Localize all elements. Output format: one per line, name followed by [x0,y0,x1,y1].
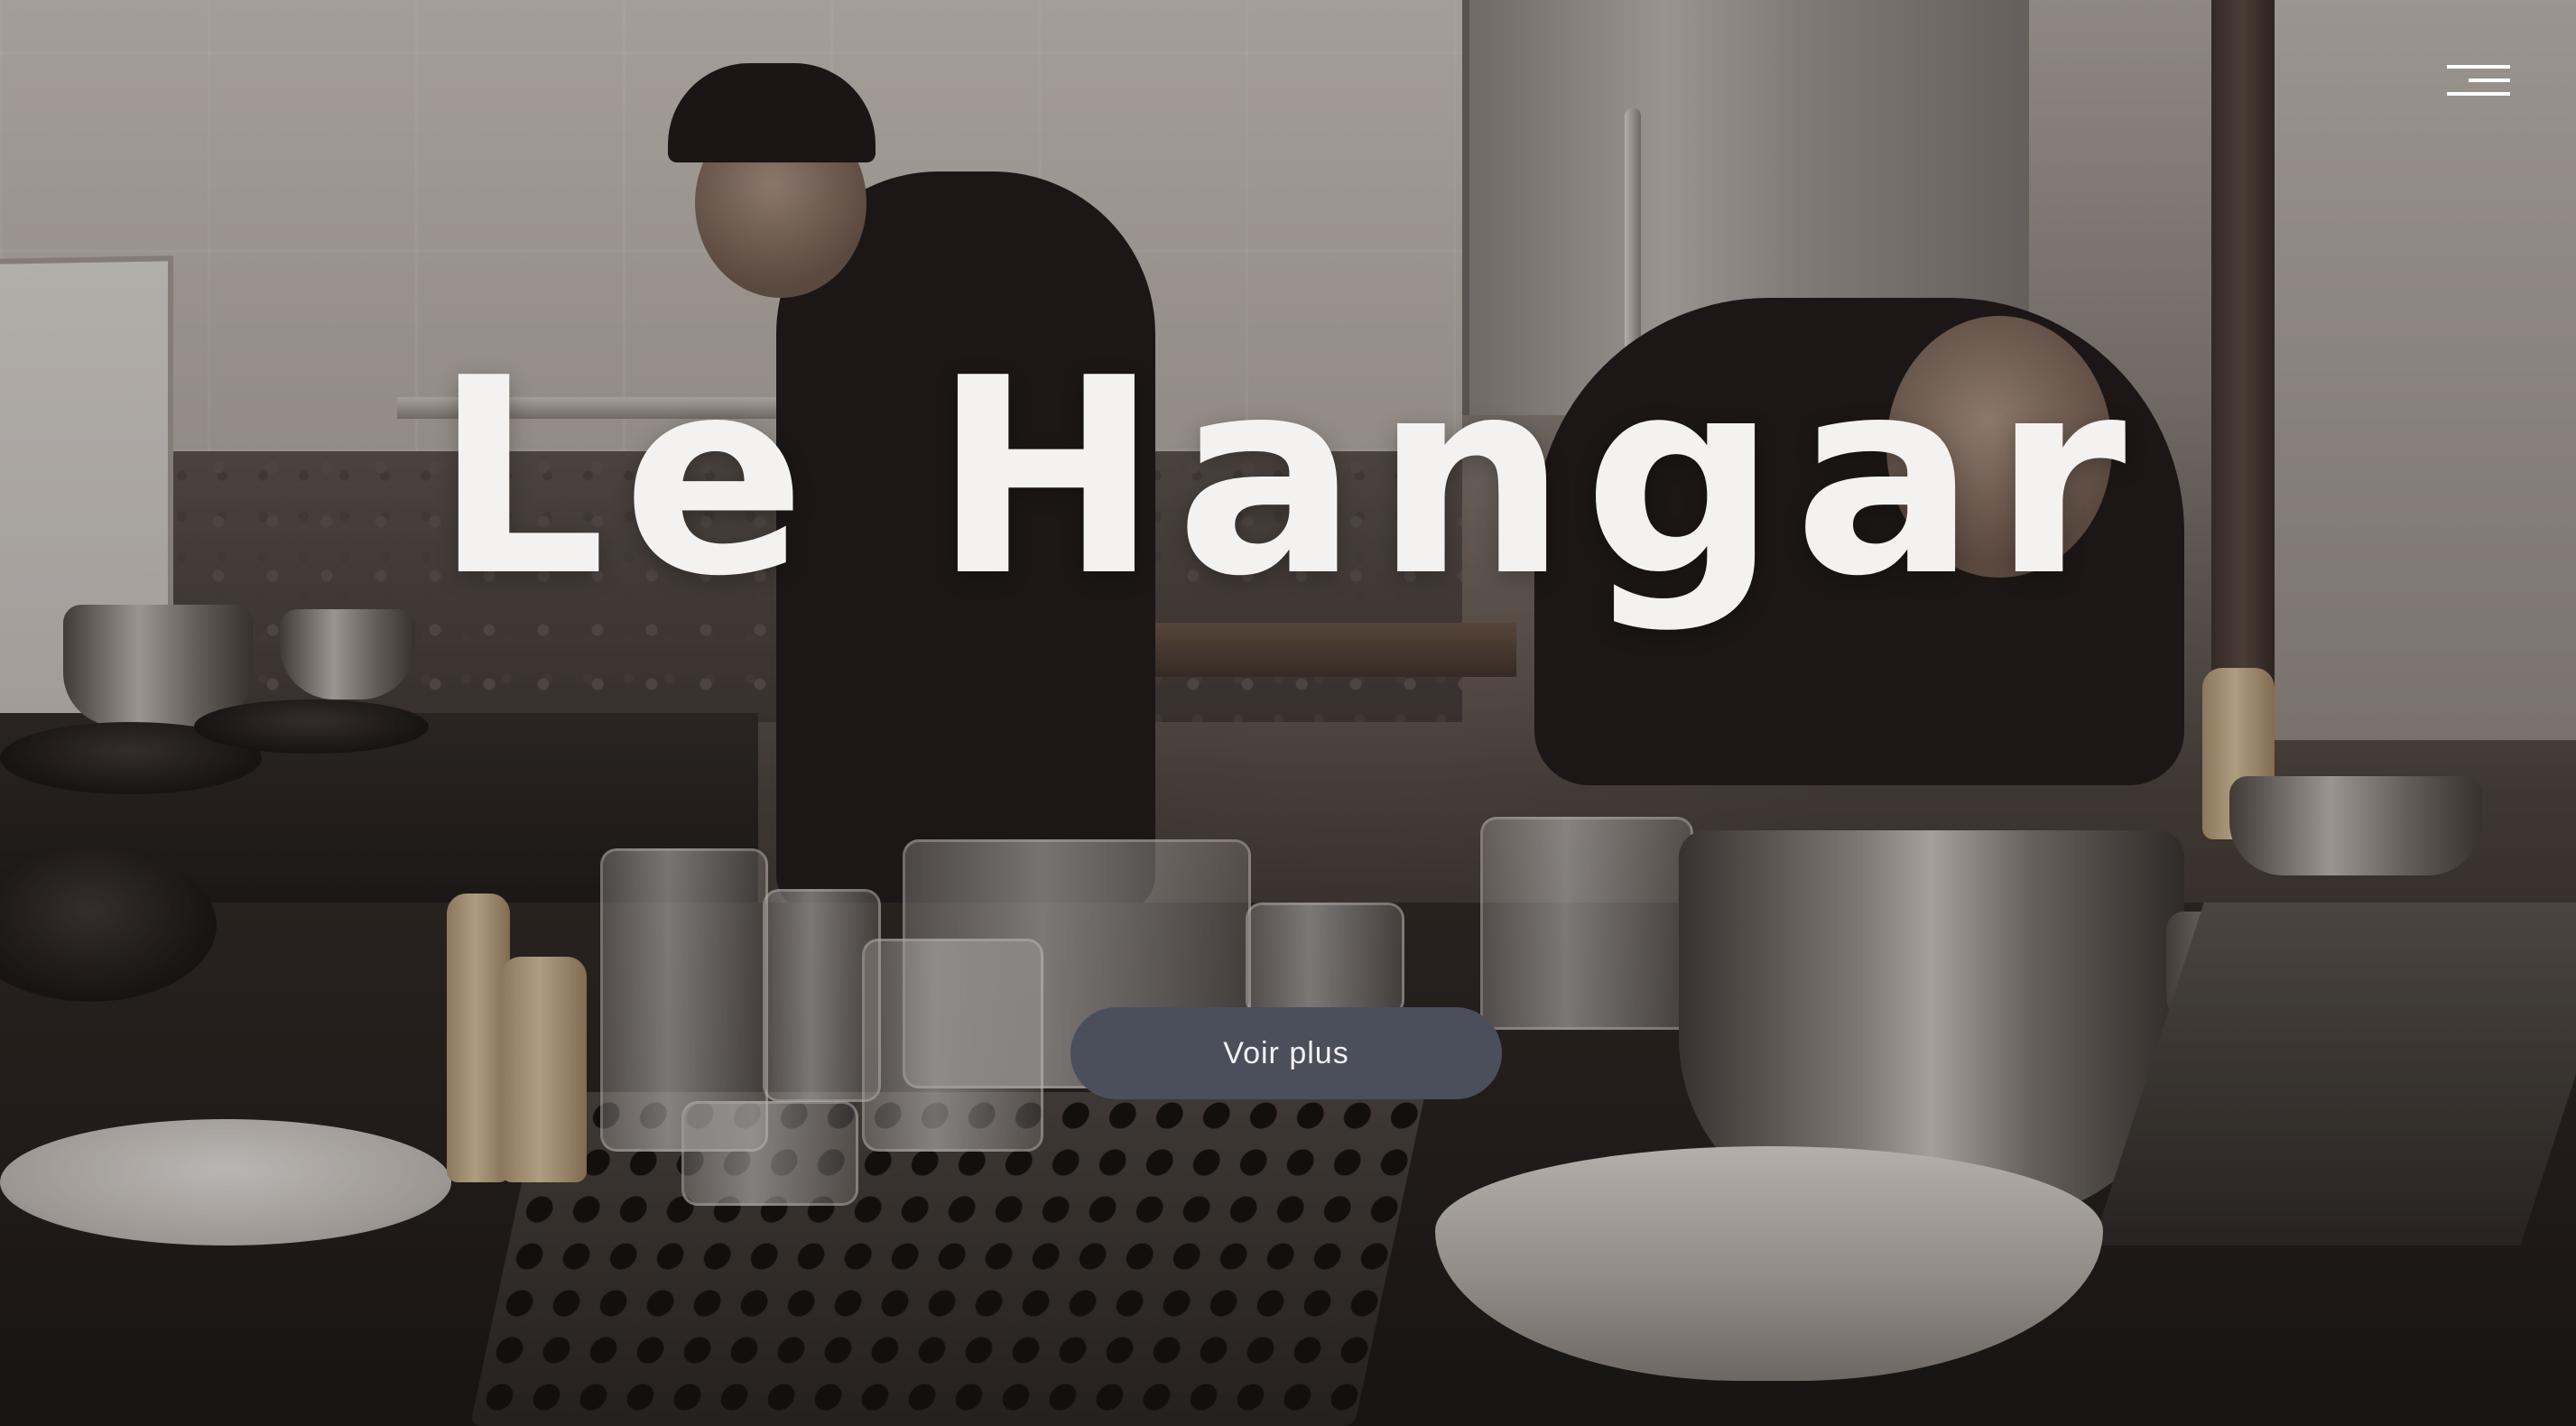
photo-dim-overlay [0,0,2576,1426]
voir-plus-button[interactable]: Voir plus [1070,1007,1502,1099]
menu-button[interactable] [2442,61,2514,99]
hero-section: Le Hangar Voir plus [0,0,2576,1426]
hero-title: Le Hangar [433,320,2143,635]
hero-background-photo [0,0,2576,1426]
hamburger-menu-icon [2442,61,2514,99]
